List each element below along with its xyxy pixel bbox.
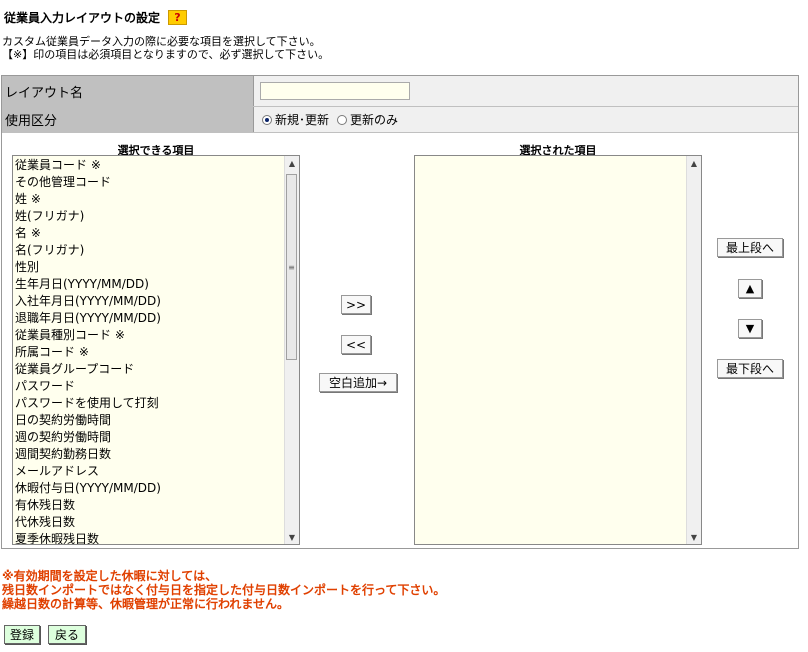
move-down-button[interactable]: ▼ [738, 319, 762, 338]
list-item[interactable]: 性別 [14, 259, 284, 276]
scrollbar-thumb[interactable]: ≡ [286, 174, 297, 360]
usage-label: 使用区分 [2, 107, 254, 132]
list-item[interactable]: 日の契約労働時間 [14, 412, 284, 429]
add-blank-button[interactable]: 空白追加→ [319, 373, 397, 392]
list-item[interactable]: 従業員種別コード ※ [14, 327, 284, 344]
remove-item-button[interactable]: << [341, 335, 371, 354]
available-items-list[interactable]: 従業員コード ※ その他管理コード姓 ※ 姓(フリガナ) 名 ※ 名(フリガナ) 性別 生年… [12, 155, 300, 545]
description-line-1: カスタム従業員データ入力の際に必要な項目を選択して下さい。 [2, 35, 321, 48]
page-description: カスタム従業員データ入力の際に必要な項目を選択して下さい。 【※】印の項目は必須… [2, 35, 329, 61]
available-list-scrollbar[interactable]: ▲ ≡ ▼ [284, 156, 299, 544]
page-title: 従業員入力レイアウトの設定 ? [4, 9, 187, 26]
scroll-down-arrow-icon[interactable]: ▼ [285, 530, 299, 544]
warning-message: ※有効期間を設定した休暇に対しては、 残日数インポートではなく付与日を指定した付… [2, 569, 445, 611]
usage-radio-new-update[interactable]: 新規･更新 [262, 111, 329, 128]
back-button[interactable]: 戻る [48, 625, 86, 644]
layout-name-cell [254, 76, 798, 106]
list-item[interactable]: メールアドレス [14, 463, 284, 480]
layout-name-label: レイアウト名 [2, 76, 254, 106]
scroll-up-arrow-icon[interactable]: ▲ [285, 156, 299, 170]
usage-radio-new-update-label: 新規･更新 [275, 113, 330, 127]
list-item[interactable]: 退職年月日(YYYY/MM/DD) [14, 310, 284, 327]
list-item[interactable]: 休暇付与日(YYYY/MM/DD) [14, 480, 284, 497]
selected-list-scrollbar[interactable]: ▲ ▼ [686, 156, 701, 544]
list-item[interactable]: 週の契約労働時間 [14, 429, 284, 446]
list-item[interactable]: 名 ※ [14, 225, 284, 242]
warning-line-2: 残日数インポートではなく付与日を指定した付与日数インポートを行って下さい。 [2, 583, 446, 597]
move-to-bottom-button[interactable]: 最下段へ [717, 359, 783, 378]
usage-cell: 新規･更新 更新のみ [254, 107, 798, 132]
list-item[interactable]: パスワード [14, 378, 284, 395]
list-item[interactable]: 生年月日(YYYY/MM/DD) [14, 276, 284, 293]
move-to-top-button[interactable]: 最上段へ [717, 238, 783, 257]
list-item[interactable]: 夏季休暇残日数 [14, 531, 284, 544]
radio-unselected-icon[interactable] [337, 114, 348, 125]
scroll-down-arrow-icon[interactable]: ▼ [687, 530, 701, 544]
list-item[interactable]: 入社年月日(YYYY/MM/DD) [14, 293, 284, 310]
list-item[interactable]: 名(フリガナ) [14, 242, 284, 259]
radio-selected-icon[interactable] [262, 114, 272, 125]
layout-name-row: レイアウト名 [2, 76, 798, 107]
usage-row: 使用区分 新規･更新 更新のみ [2, 107, 798, 133]
scroll-up-arrow-icon[interactable]: ▲ [687, 156, 701, 170]
add-item-button[interactable]: >> [341, 295, 371, 314]
list-item[interactable]: パスワードを使用して打刻 [14, 395, 284, 412]
list-item[interactable]: 従業員グループコード [14, 361, 284, 378]
usage-radio-update-only[interactable]: 更新のみ [337, 111, 398, 128]
usage-radio-update-only-label: 更新のみ [350, 113, 399, 127]
list-item[interactable]: 所属コード ※ [14, 344, 284, 361]
move-up-button[interactable]: ▲ [738, 279, 762, 298]
list-item[interactable]: その他管理コード [14, 174, 284, 191]
description-line-2: 【※】印の項目は必須項目となりますので、必ず選択して下さい。 [2, 48, 330, 61]
help-button[interactable]: ? [168, 10, 187, 25]
list-item[interactable]: 代休残日数 [14, 514, 284, 531]
list-item[interactable]: 姓(フリガナ) [14, 208, 284, 225]
available-items: 従業員コード ※ その他管理コード姓 ※ 姓(フリガナ) 名 ※ 名(フリガナ) 性別 生年… [14, 157, 284, 544]
list-item[interactable]: 従業員コード ※ [14, 157, 284, 174]
layout-form: レイアウト名 使用区分 新規･更新 更新のみ 選択できる項目 従業員コード ※ そ… [1, 75, 799, 549]
selected-items-list[interactable]: ▲ ▼ [414, 155, 702, 545]
list-item[interactable]: 週間契約勤務日数 [14, 446, 284, 463]
list-item[interactable]: 有休残日数 [14, 497, 284, 514]
layout-name-input[interactable] [260, 82, 410, 100]
page-title-text: 従業員入力レイアウトの設定 [4, 11, 161, 25]
list-item[interactable]: 姓 ※ [14, 191, 284, 208]
warning-line-3: 繰越日数の計算等、休暇管理が正常に行われません。 [2, 597, 290, 611]
register-button[interactable]: 登録 [4, 625, 40, 644]
warning-line-1: ※有効期間を設定した休暇に対しては、 [2, 569, 218, 583]
